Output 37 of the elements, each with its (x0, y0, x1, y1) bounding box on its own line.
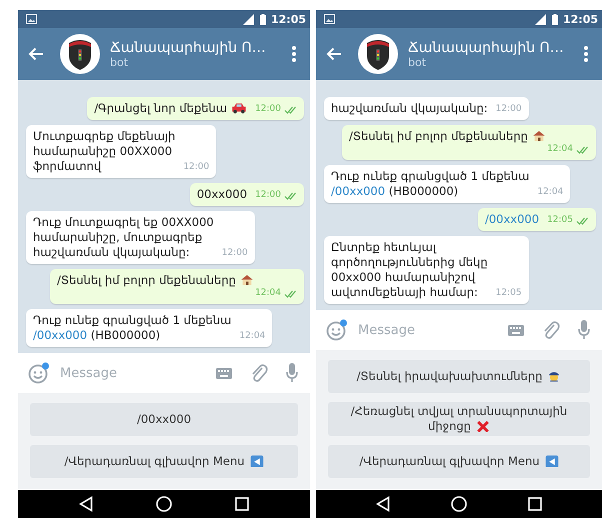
message-text: Դուք ունեք գրանցված 1 մեքենա /00xx000 (HB000000) (33, 313, 232, 343)
message-time: 12:05 (496, 288, 522, 299)
message-text: Դուք մուտքագրել եք 00XX000 համարանիշը, մուտքագրեք հաշվառման վկայականը: (33, 215, 214, 260)
message-time: 12:00 (255, 104, 281, 115)
status-time: 12:05 (270, 12, 306, 26)
status-time: 12:05 (562, 12, 598, 26)
message-time: 12:05 (547, 215, 573, 226)
keyboard-button[interactable]: /Վերադառնալ գլխավոր Menu (30, 445, 298, 478)
message-text: /Գրանցել նոր մեքենա (94, 101, 228, 116)
message-text: /Տեսնել իմ բոլոր մեքենաները (57, 273, 236, 288)
message-input[interactable]: Message (356, 322, 490, 338)
chat-title: Ճանապարհային Ո… (110, 40, 267, 56)
message-time: 12:04 (547, 144, 573, 155)
message-input[interactable]: Message (58, 364, 198, 382)
message-text: 00xx000 (196, 187, 248, 202)
message-time: 12:00 (222, 248, 248, 259)
keyboard-button[interactable]: /Հեռացնել տվյալ տրանսպորտային միջոցը (328, 402, 590, 436)
chat-subtitle: bot (110, 56, 130, 68)
command-link[interactable]: /00xx000 (331, 184, 386, 198)
keyboard-button[interactable]: /Տեսնել իրավախախտումները (328, 360, 590, 393)
chat-title: Ճանապարհային Ո… (408, 40, 565, 56)
message-time: 12:04 (537, 187, 564, 198)
message-text: Դուք ունեք գրանցված 1 մեքենա /00xx000 (HB000000) (331, 169, 530, 199)
chat-subtitle: bot (408, 56, 428, 68)
message-time: 12:04 (255, 288, 281, 299)
keyboard-button[interactable]: /Վերադառնալ գլխավոր Menu (328, 445, 590, 478)
message-text: հաշվառման վկայականը: (331, 101, 488, 116)
message-text: /Տեսնել իմ բոլոր մեքենաները (349, 129, 528, 144)
message-text: Մուտքագրեք մեքենայի համարանիշը 00XX000 ֆորմատով (33, 129, 176, 174)
command-link[interactable]: /00xx000 (484, 212, 540, 227)
command-link[interactable]: /00xx000 (33, 328, 88, 342)
message-text: Ընտրեք հետևյալ գործողություններից մեկը 00xx000 համարանիշով ավտոմեքենայի համար: (331, 240, 488, 300)
keyboard-button[interactable]: /00xx000 (30, 403, 298, 436)
message-time: 12:04 (239, 331, 266, 342)
message-time: 12:00 (183, 162, 210, 173)
message-time: 12:00 (255, 190, 281, 201)
message-time: 12:00 (496, 104, 522, 115)
